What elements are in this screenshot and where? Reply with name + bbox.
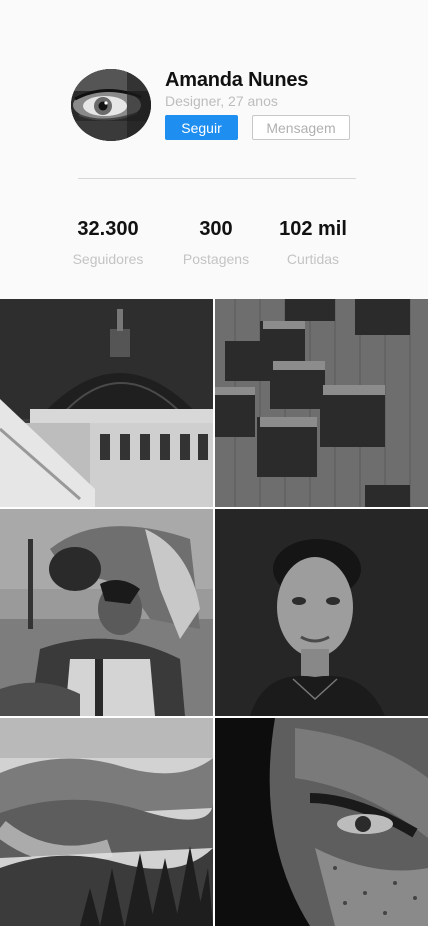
gallery-tile-portrait[interactable] — [215, 509, 428, 716]
photo-grid — [0, 299, 428, 926]
stat-label: Curtidas — [286, 251, 340, 267]
gallery-tile-forest[interactable] — [0, 718, 213, 926]
gallery-tile-couple[interactable] — [0, 509, 213, 716]
eye-closeup-image — [215, 718, 428, 926]
stat-value: 32.300 — [77, 218, 139, 240]
stat-likes[interactable]: 102 mil Curtidas — [276, 218, 350, 267]
message-button[interactable]: Mensagem — [252, 115, 350, 140]
woman-portrait-image — [215, 509, 428, 716]
profile-header: Amanda Nunes Designer, 27 anos Seguir Me… — [0, 0, 428, 300]
gallery-tile-building[interactable] — [0, 299, 213, 507]
stat-followers[interactable]: 32.300 Seguidores — [66, 218, 150, 267]
avatar[interactable] — [71, 69, 151, 141]
stat-value: 300 — [199, 218, 233, 240]
misty-forest-image — [0, 718, 213, 926]
couple-image — [0, 509, 213, 716]
geometric-facade-image — [215, 299, 428, 507]
eye-avatar-image — [71, 69, 151, 141]
stat-posts[interactable]: 300 Postagens — [178, 218, 254, 267]
gallery-tile-eye[interactable] — [215, 718, 428, 926]
divider — [78, 178, 356, 179]
domed-building-image — [0, 299, 213, 507]
stat-label: Seguidores — [72, 251, 144, 267]
profile-subtitle: Designer, 27 anos — [165, 93, 278, 109]
gallery-tile-facade[interactable] — [215, 299, 428, 507]
profile-name: Amanda Nunes — [165, 69, 309, 91]
stat-label: Postagens — [182, 251, 250, 267]
follow-button[interactable]: Seguir — [165, 115, 238, 140]
stat-value: 102 mil — [279, 218, 347, 240]
